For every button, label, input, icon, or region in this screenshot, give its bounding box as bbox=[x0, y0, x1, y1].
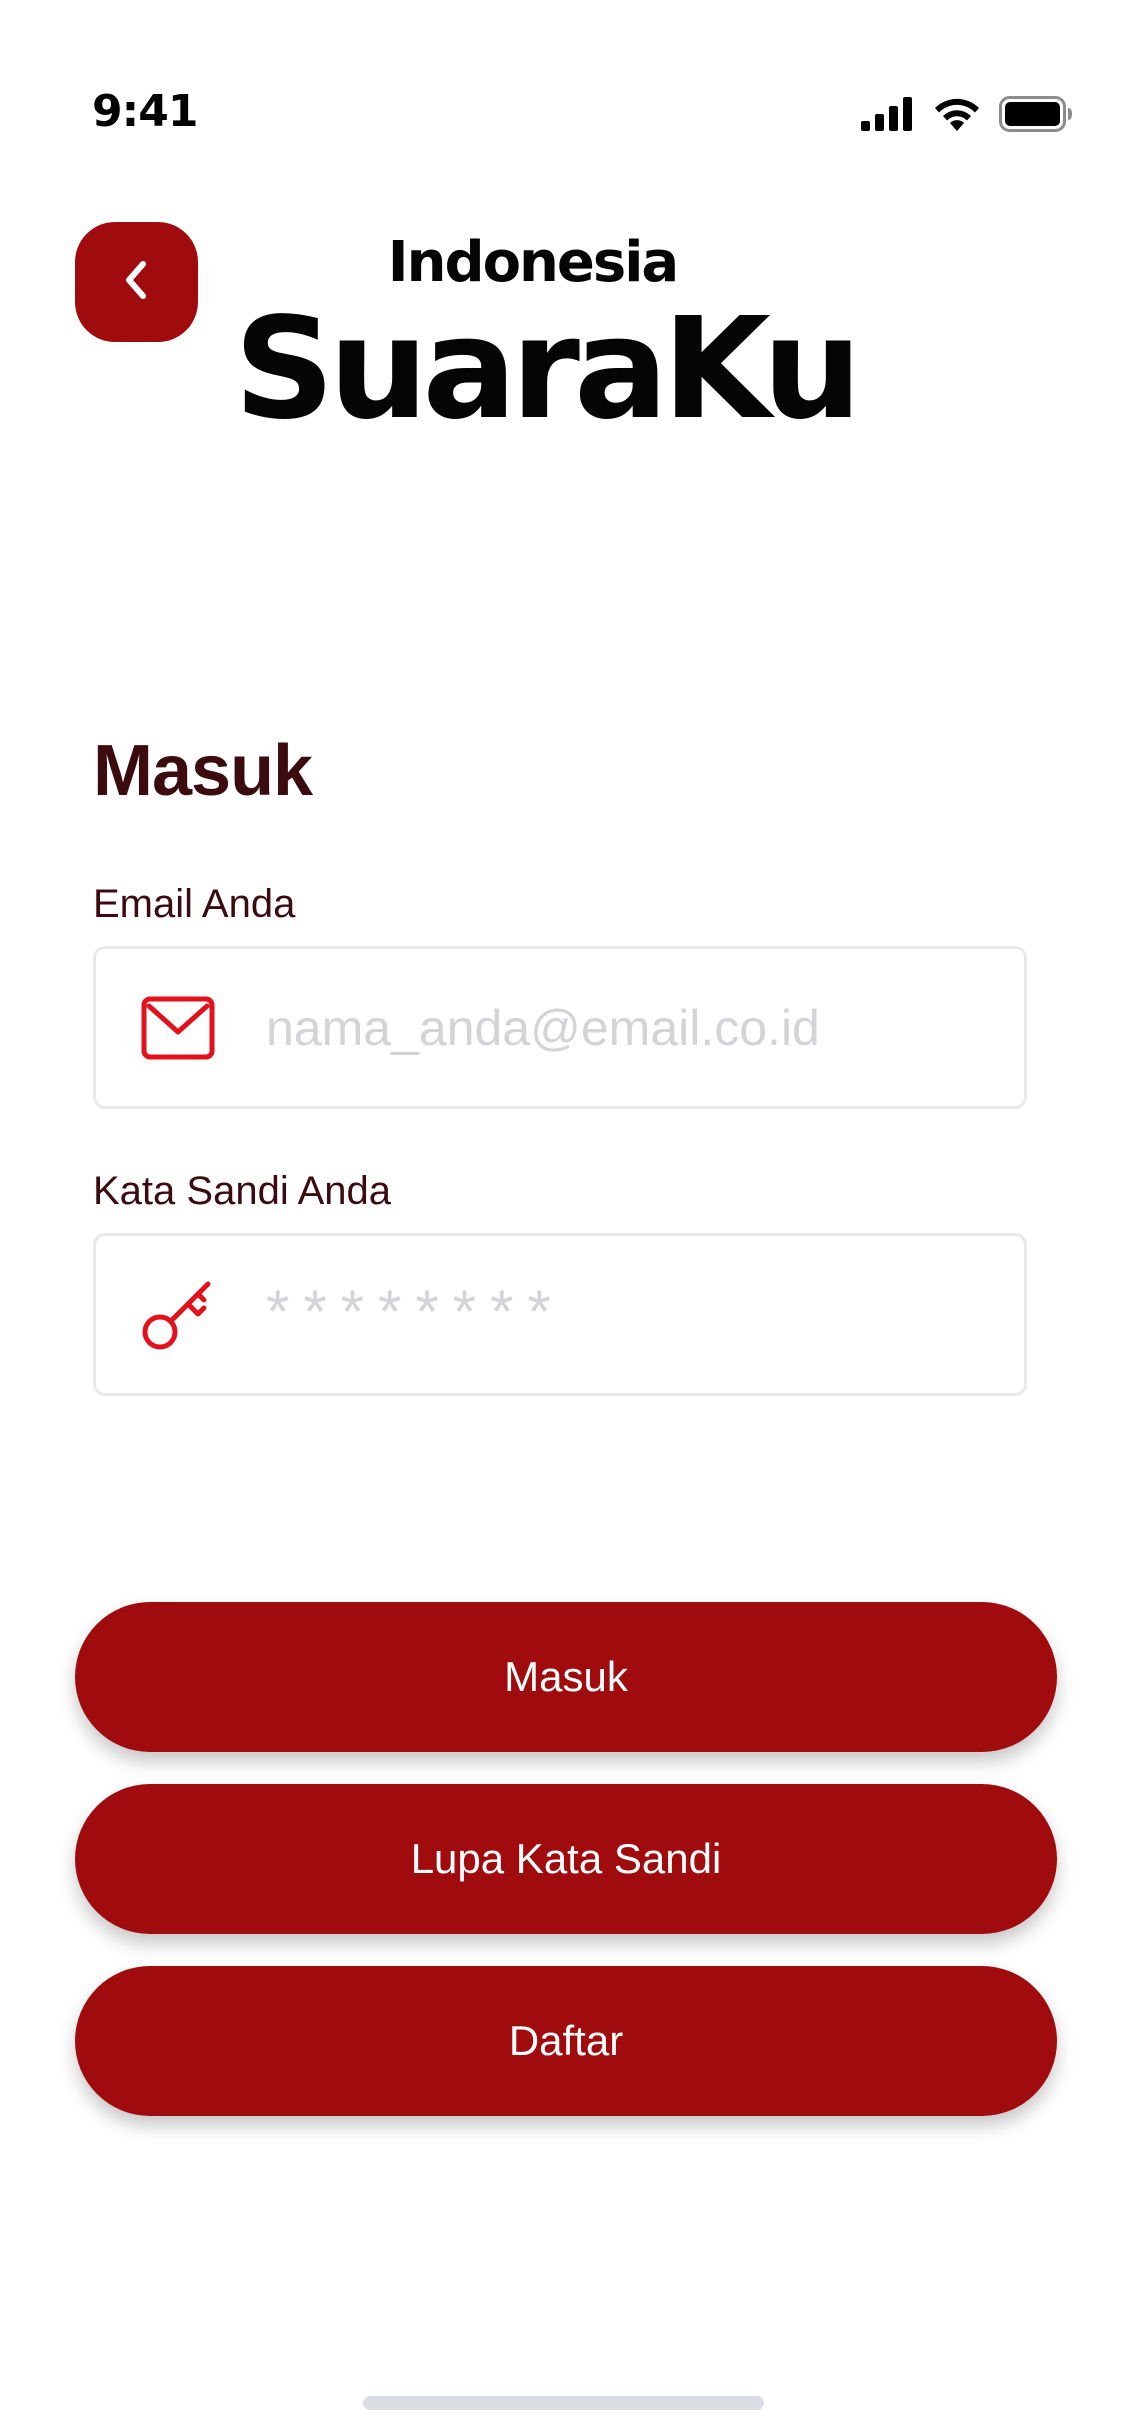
forgot-password-button[interactable]: Lupa Kata Sandi bbox=[75, 1784, 1057, 1934]
wifi-icon bbox=[933, 97, 981, 136]
battery-icon bbox=[999, 95, 1073, 137]
status-bar: 9:41 bbox=[0, 0, 1125, 150]
email-input[interactable] bbox=[264, 997, 988, 1058]
brand-name: SuaraKu bbox=[233, 288, 862, 451]
password-field[interactable] bbox=[93, 1233, 1027, 1396]
form-title: Masuk bbox=[93, 731, 313, 811]
register-button[interactable]: Daftar bbox=[75, 1966, 1057, 2116]
email-label: Email Anda bbox=[93, 882, 296, 926]
email-field[interactable] bbox=[93, 946, 1027, 1109]
password-input[interactable] bbox=[264, 1284, 988, 1345]
signal-icon bbox=[861, 96, 915, 136]
status-time: 9:41 bbox=[92, 86, 198, 137]
status-icons bbox=[861, 95, 1073, 137]
brand-country: Indonesia bbox=[387, 230, 679, 295]
password-label: Kata Sandi Anda bbox=[93, 1169, 392, 1213]
mail-icon bbox=[140, 990, 216, 1066]
home-indicator[interactable] bbox=[363, 2396, 764, 2410]
key-icon bbox=[140, 1277, 216, 1353]
login-button[interactable]: Masuk bbox=[75, 1602, 1057, 1752]
